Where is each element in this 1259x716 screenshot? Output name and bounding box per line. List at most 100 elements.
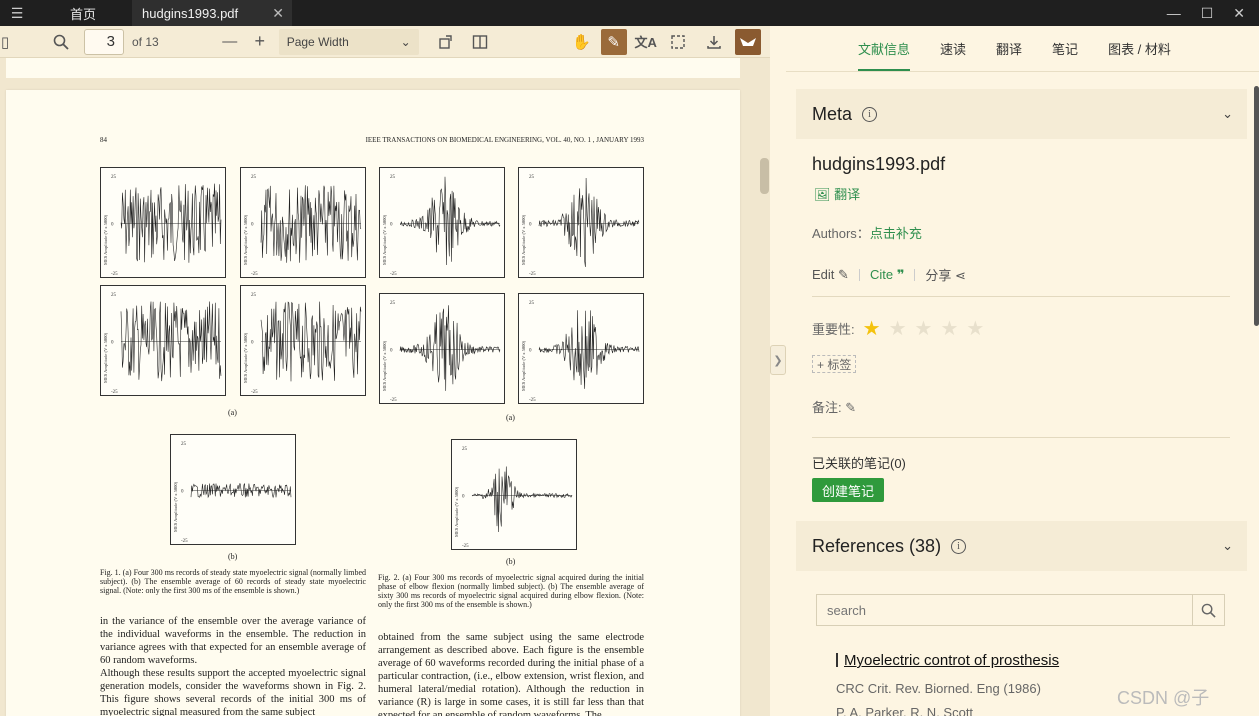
add-tag-button[interactable]: + 标签 <box>812 355 857 373</box>
references-title: References (38) <box>812 535 942 556</box>
plot-tick-label: -25 <box>462 544 469 549</box>
window-controls: — ☐ ✕ <box>1167 0 1259 26</box>
fig1a-plot-1-waveform: 25 0 -25 MES Amplitude (V x 5000) <box>103 175 222 277</box>
fig2a-plot-4-waveform: 25 0 -25 MES Amplitude (V x 5000) <box>521 301 640 403</box>
zoom-select[interactable]: Page Width ⌄ <box>278 28 419 55</box>
plot-ylabel: MES Amplitude (V x 5000) <box>243 214 248 265</box>
reader-mode-icon[interactable] <box>734 28 761 55</box>
fig2a-plot-4: 25 0 -25 MES Amplitude (V x 5000) <box>518 293 644 404</box>
fig1a-plot-1: 25 0 -25 MES Amplitude (V x 5000) <box>100 167 226 278</box>
fig1-caption: Fig. 1. (a) Four 300 ms records of stead… <box>100 568 366 595</box>
quote-icon: ❞ <box>896 266 905 282</box>
zoom-out-button[interactable]: — <box>217 29 243 55</box>
star-icon[interactable]: ★ <box>940 318 958 340</box>
pencil-icon[interactable]: ✎ <box>845 400 856 415</box>
star-icon[interactable]: ★ <box>889 318 907 340</box>
note-row[interactable]: 备注: ✎ <box>812 397 856 416</box>
translate-label: 翻译 <box>834 187 861 202</box>
fig2-caption: Fig. 2. (a) Four 300 ms records of myoel… <box>378 573 644 609</box>
sidebar-toggle-icon[interactable]: ▯ <box>0 29 10 55</box>
search-icon[interactable] <box>1192 595 1224 625</box>
chevron-down-icon: ⌄ <box>400 34 411 49</box>
viewer-scrollbar[interactable] <box>760 158 769 194</box>
plot-tick-label: -25 <box>181 539 188 544</box>
plot-ylabel: MES Amplitude (V x 5000) <box>382 340 387 391</box>
plot-tick-label: 25 <box>251 175 257 180</box>
reference-title[interactable]: Myoelectric controt of prosthesis <box>836 652 1059 669</box>
fig2a-plot-1-waveform: 25 0 -25 MES Amplitude (V x 5000) <box>382 175 501 277</box>
zoom-in-button[interactable]: + <box>247 29 273 55</box>
translate-tool-icon[interactable]: 文A <box>633 29 659 55</box>
plot-tick-label: 0 <box>181 490 184 495</box>
tab-quick-read[interactable]: 速读 <box>940 39 966 58</box>
plot-tick-label: -25 <box>390 398 397 403</box>
star-rating[interactable]: ★ ★ ★ ★ ★ <box>855 316 985 341</box>
plot-ylabel: MES Amplitude (V x 5000) <box>454 486 459 537</box>
tab-home[interactable]: 首页 <box>34 0 132 26</box>
hand-tool-icon[interactable]: ✋ <box>569 29 595 55</box>
plot-ylabel: MES Amplitude (V x 5000) <box>521 214 526 265</box>
plot-tick-label: 0 <box>529 349 532 354</box>
create-note-button[interactable]: 创建笔记 <box>812 478 884 502</box>
previous-page <box>6 58 740 78</box>
plot-tick-label: -25 <box>529 272 536 277</box>
tab-document-info[interactable]: 文献信息 <box>858 39 911 71</box>
chevron-down-icon[interactable]: ⌄ <box>1222 106 1233 122</box>
page-number-input[interactable]: 3 <box>84 28 124 55</box>
panel-tabs: 文献信息 速读 翻译 笔记 图表 / 材料 <box>786 26 1259 72</box>
close-window-icon[interactable]: ✕ <box>1233 5 1245 22</box>
two-page-icon[interactable] <box>467 29 493 55</box>
tab-figures[interactable]: 图表 / 材料 <box>1108 39 1171 58</box>
search-icon[interactable] <box>48 29 74 55</box>
minimize-icon[interactable]: — <box>1167 5 1181 21</box>
plot-tick-label: -25 <box>111 390 118 395</box>
authors-row: Authors：点击补充 <box>812 223 922 242</box>
fig1b-label: (b) <box>228 552 238 561</box>
panel-scrollbar[interactable] <box>1254 86 1259 326</box>
plot-tick-label: 0 <box>251 223 254 228</box>
panel-collapse-handle[interactable]: ❯ <box>770 345 786 375</box>
info-icon[interactable]: i <box>862 106 878 122</box>
fig2b-plot-waveform: 25 0 -25 MES Amplitude (V x 5000) <box>454 447 573 549</box>
search-input[interactable] <box>817 595 1192 625</box>
tab-notes[interactable]: 笔记 <box>1052 39 1078 58</box>
fig1a-plot-2-waveform: 25 0 -25 MES Amplitude (V x 5000) <box>243 175 362 277</box>
translate-icon: 🖼 <box>814 187 831 202</box>
body-text-left: in the variance of the ensemble over the… <box>100 616 366 716</box>
fig2a-plot-3-waveform: 25 0 -25 MES Amplitude (V x 5000) <box>382 301 501 403</box>
rotate-icon[interactable] <box>433 29 459 55</box>
screenshot-select-icon[interactable] <box>665 29 691 55</box>
annotate-pen-icon[interactable]: ✎ <box>600 28 627 55</box>
plot-tick-label: -25 <box>390 272 397 277</box>
tab-translate[interactable]: 翻译 <box>996 39 1022 58</box>
menu-icon[interactable]: ☰ <box>0 0 34 26</box>
star-icon[interactable]: ★ <box>915 318 933 340</box>
download-icon[interactable] <box>701 29 727 55</box>
star-icon[interactable]: ★ <box>863 318 881 340</box>
plot-ylabel: MES Amplitude (V x 5000) <box>382 214 387 265</box>
page-total: of 13 <box>132 34 159 49</box>
translate-link[interactable]: 🖼 翻译 <box>814 184 860 203</box>
maximize-icon[interactable]: ☐ <box>1201 5 1214 22</box>
chevron-down-icon[interactable]: ⌄ <box>1222 538 1233 554</box>
fig1b-plot: 25 0 -25 MES Amplitude (V x 5000) <box>170 434 296 545</box>
references-section-header[interactable]: References (38) i ⌄ <box>796 521 1247 571</box>
share-button[interactable]: 分享 ⋖ <box>925 265 966 284</box>
plot-tick-label: -25 <box>251 272 258 277</box>
close-icon[interactable]: ✕ <box>272 5 284 22</box>
pdf-viewer[interactable]: 84 IEEE TRANSACTIONS ON BIOMEDICAL ENGIN… <box>0 58 770 716</box>
tab-document[interactable]: hudgins1993.pdf ✕ <box>132 0 292 26</box>
plot-waveform-line <box>399 305 501 391</box>
importance-row: 重要性: ★ ★ ★ ★ ★ <box>812 316 984 341</box>
edit-button[interactable]: Edit ✎ <box>812 267 849 283</box>
star-icon[interactable]: ★ <box>966 318 984 340</box>
fig1a-plot-4-waveform: 25 0 -25 MES Amplitude (V x 5000) <box>243 293 362 395</box>
importance-label: 重要性: <box>812 322 855 337</box>
info-icon[interactable]: i <box>951 538 967 554</box>
fig1a-plot-3-waveform: 25 0 -25 MES Amplitude (V x 5000) <box>103 293 222 395</box>
authors-add-link[interactable]: 点击补充 <box>870 226 922 241</box>
page-number: 84 <box>100 136 107 144</box>
cite-button[interactable]: Cite ❞ <box>870 267 904 283</box>
meta-section-header[interactable]: Meta i ⌄ <box>796 89 1247 139</box>
authors-label: Authors： <box>812 226 870 241</box>
